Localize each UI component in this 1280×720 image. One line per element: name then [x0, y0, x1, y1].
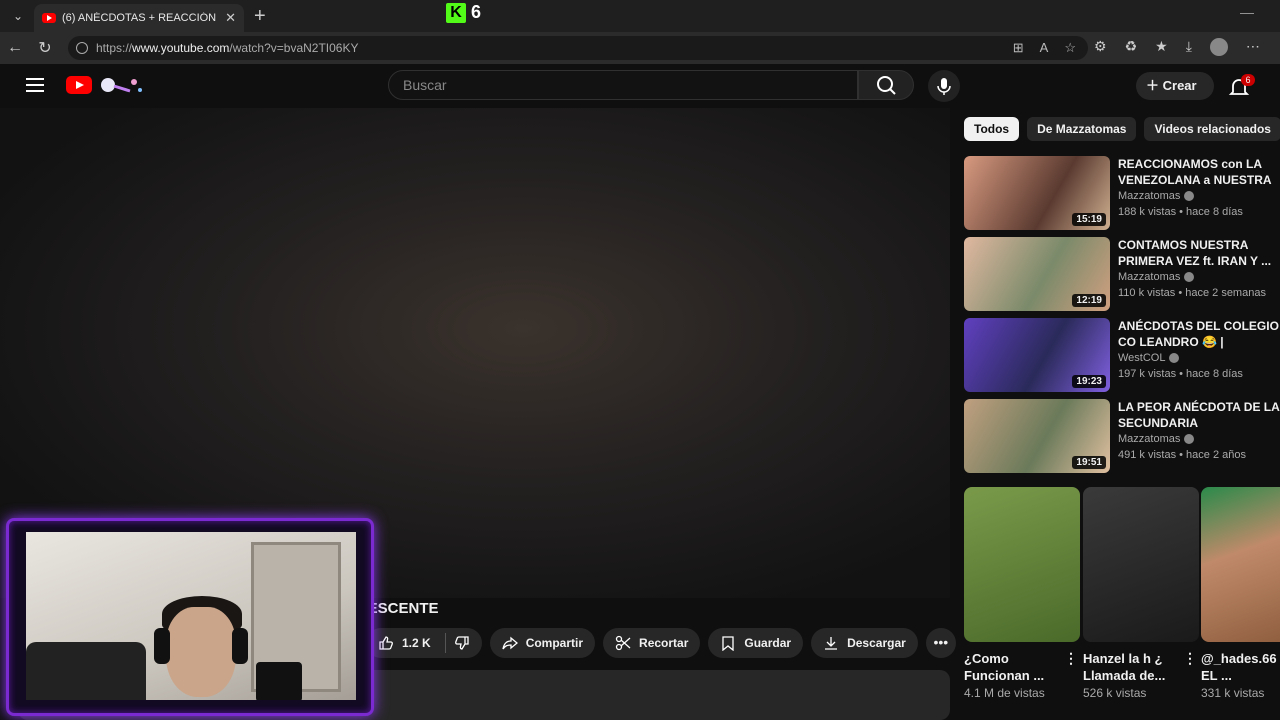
- short-thumbnail[interactable]: [1083, 487, 1199, 642]
- short-views: 4.1 M de vistas: [964, 686, 1045, 700]
- video-thumbnail[interactable]: 15:19: [964, 156, 1110, 230]
- notification-badge: 6: [1241, 74, 1255, 86]
- back-icon[interactable]: ←: [0, 39, 30, 57]
- profile-avatar[interactable]: [1209, 38, 1228, 56]
- short-views: 331 k vistas: [1201, 686, 1265, 700]
- recommendation-title[interactable]: ANÉCDOTAS DEL COLEGIO CO LEANDRO 😂 | WES…: [1118, 318, 1280, 350]
- url-text: https://www.youtube.com/watch?v=bvaN2TI0…: [96, 41, 359, 55]
- create-button[interactable]: ＋ Crear: [1136, 72, 1214, 100]
- related-filter-chips: Todos De Mazzatomas Videos relacionados: [964, 117, 1280, 141]
- share-arrow-icon: [502, 636, 518, 650]
- share-button[interactable]: Compartir: [489, 628, 596, 658]
- video-meta: 197 k vistas • hace 8 días: [1118, 368, 1243, 380]
- favorites-icon[interactable]: ★: [1155, 38, 1168, 56]
- new-tab-button[interactable]: +: [254, 5, 266, 28]
- close-tab-icon[interactable]: ✕: [225, 10, 236, 26]
- extensions-icon[interactable]: ⚙: [1094, 38, 1107, 56]
- recommendation-title[interactable]: LA PEOR ANÉCDOTA DE LA SECUNDARIA: [1118, 399, 1280, 431]
- video-meta: 110 k vistas • hace 2 semanas: [1118, 287, 1266, 299]
- youtube-favicon-icon: [42, 13, 56, 23]
- chip-todos[interactable]: Todos: [964, 117, 1020, 141]
- address-bar-row: ← ↻ https://www.youtube.com/watch?v=bvaN…: [0, 32, 1280, 64]
- short-title[interactable]: @_hades.66 - EL ...: [1201, 650, 1280, 684]
- youtube-header: Buscar ＋ Crear 6: [0, 64, 1280, 108]
- recommendation-title[interactable]: CONTAMOS NUESTRA PRIMERA VEZ ft. IRAN Y …: [1118, 237, 1280, 269]
- channel-name[interactable]: Mazzatomas: [1118, 433, 1195, 445]
- short-item[interactable]: Hanzel la h ¿ Llamada de... ⋮ 526 k vista…: [1083, 487, 1199, 700]
- search-input[interactable]: Buscar: [388, 70, 858, 100]
- channel-name[interactable]: Mazzatomas: [1118, 271, 1195, 283]
- site-info-icon[interactable]: [76, 42, 88, 54]
- chip-de-mazzatomas[interactable]: De Mazzatomas: [1027, 117, 1137, 141]
- more-vert-icon[interactable]: ⋮: [1183, 650, 1197, 667]
- kick-logo: K: [446, 3, 466, 23]
- video-actions: 1.2 K Compartir Recortar Guardar Descarg…: [366, 628, 956, 658]
- search-button[interactable]: [858, 70, 914, 100]
- short-item[interactable]: @_hades.66 - EL ... 331 k vistas: [1201, 487, 1280, 700]
- video-meta: 188 k vistas • hace 8 días: [1118, 206, 1243, 218]
- doodle-sparkle-icon: [101, 78, 142, 93]
- recommendation-title[interactable]: REACCIONAMOS con LA VENEZOLANA a NUESTRA…: [1118, 156, 1280, 188]
- thumbs-down-icon[interactable]: [454, 635, 470, 651]
- more-actions-icon[interactable]: •••: [925, 628, 956, 658]
- recommendation-item[interactable]: 19:51 LA PEOR ANÉCDOTA DE LA SECUNDARIA …: [964, 399, 1280, 475]
- browser-essentials-icon[interactable]: ♻: [1125, 38, 1138, 56]
- scissors-icon: [615, 635, 631, 651]
- recommendation-item[interactable]: 15:19 REACCIONAMOS con LA VENEZOLANA a N…: [964, 156, 1280, 232]
- channel-name[interactable]: Mazzatomas: [1118, 190, 1195, 202]
- url-field[interactable]: https://www.youtube.com/watch?v=bvaN2TI0…: [68, 36, 1088, 60]
- like-count: 1.2 K: [402, 636, 431, 650]
- menu-hamburger-icon[interactable]: [26, 78, 44, 92]
- plus-icon: ＋: [1146, 78, 1163, 93]
- video-thumbnail[interactable]: 19:23: [964, 318, 1110, 392]
- clip-button[interactable]: Recortar: [603, 628, 701, 658]
- video-thumbnail[interactable]: 12:19: [964, 237, 1110, 311]
- browser-tab-strip: ⌄ (6) ANÉCDOTAS + REACCIÓN DE M ✕ + K 6 …: [0, 0, 1280, 32]
- like-button[interactable]: 1.2 K: [366, 628, 482, 658]
- verified-icon: [1184, 191, 1195, 202]
- short-views: 526 k vistas: [1083, 686, 1147, 700]
- verified-icon: [1184, 272, 1195, 283]
- downloads-icon[interactable]: ⤓: [1186, 38, 1192, 56]
- short-thumbnail[interactable]: [1201, 487, 1280, 642]
- voice-search-button[interactable]: [928, 70, 960, 102]
- minimize-button[interactable]: —: [1240, 4, 1254, 20]
- recommendation-item[interactable]: 19:23 ANÉCDOTAS DEL COLEGIO CO LEANDRO 😂…: [964, 318, 1280, 394]
- recommendation-item[interactable]: 12:19 CONTAMOS NUESTRA PRIMERA VEZ ft. I…: [964, 237, 1280, 313]
- tab-list-chevron-icon[interactable]: ⌄: [6, 6, 30, 26]
- download-icon: [825, 637, 838, 650]
- microphone-icon: [937, 78, 951, 95]
- browser-toolbar: ⚙ ♻ ★ ⤓ ⋯: [1094, 38, 1260, 56]
- thumbs-up-icon: [379, 636, 393, 650]
- shorts-shelf: ¿Como Funcionan ... ⋮ 4.1 M de vistas Han…: [964, 487, 1280, 720]
- verified-icon: [1184, 434, 1195, 445]
- save-button[interactable]: Guardar: [708, 628, 804, 658]
- download-button[interactable]: Descargar: [811, 628, 918, 658]
- favorite-star-icon[interactable]: ☆: [1064, 40, 1076, 56]
- bookmark-icon: [722, 636, 735, 651]
- verified-icon: [1169, 353, 1180, 364]
- chip-videos-relacionados[interactable]: Videos relacionados: [1144, 117, 1280, 141]
- video-meta: 491 k vistas • hace 2 años: [1118, 449, 1246, 461]
- reload-icon[interactable]: ↻: [30, 38, 60, 58]
- app-available-icon[interactable]: ⊞: [1013, 40, 1024, 56]
- channel-name[interactable]: WestCOL: [1118, 352, 1180, 364]
- webcam-overlay: [26, 532, 356, 700]
- short-item[interactable]: ¿Como Funcionan ... ⋮ 4.1 M de vistas: [964, 487, 1080, 700]
- short-title[interactable]: ¿Como Funcionan ... ⋮: [964, 650, 1080, 684]
- search-icon: [877, 76, 896, 95]
- video-thumbnail[interactable]: 19:51: [964, 399, 1110, 473]
- browser-tab[interactable]: (6) ANÉCDOTAS + REACCIÓN DE M ✕: [34, 4, 244, 32]
- more-menu-icon[interactable]: ⋯: [1246, 38, 1260, 56]
- kick-viewer-count: 6: [471, 2, 482, 22]
- short-thumbnail[interactable]: [964, 487, 1080, 642]
- read-aloud-icon[interactable]: A: [1040, 40, 1049, 56]
- more-vert-icon[interactable]: ⋮: [1064, 650, 1078, 667]
- tab-title: (6) ANÉCDOTAS + REACCIÓN DE M: [62, 12, 219, 24]
- short-title[interactable]: Hanzel la h ¿ Llamada de... ⋮: [1083, 650, 1199, 684]
- youtube-logo[interactable]: [66, 76, 92, 94]
